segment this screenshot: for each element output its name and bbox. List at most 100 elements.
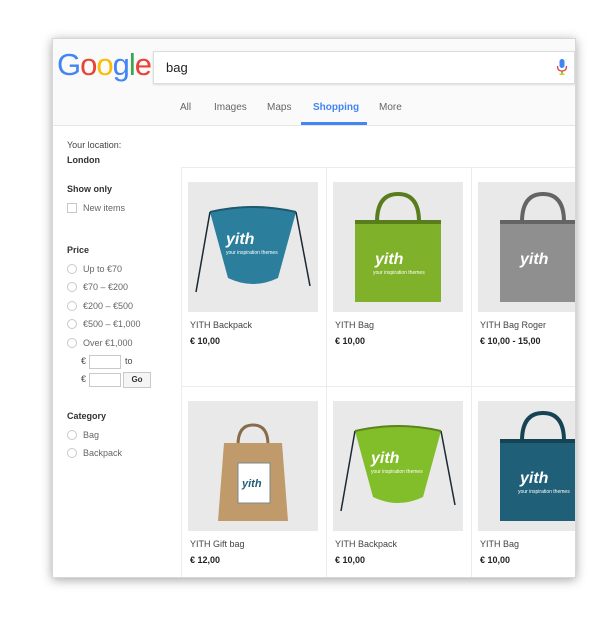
price-option-label: €200 – €500 [83,301,134,311]
drawstring [440,430,456,506]
price-option[interactable]: €70 – €200 [67,282,128,292]
price-option-label: €70 – €200 [83,282,129,292]
price-option[interactable]: €200 – €500 [67,301,133,311]
microphone-icon[interactable] [556,58,568,76]
filter-label: New items [83,203,126,213]
product-illustration: yith your inspiration themes [355,191,441,302]
google-logo[interactable]: Google [57,47,152,82]
brand-mark: yith [370,450,400,467]
product-name[interactable]: YITH Backpack [190,320,252,330]
bag-hem [500,220,575,224]
product-image[interactable]: yith [188,401,318,531]
category-option-label: Bag [83,430,100,440]
price-option[interactable]: €500 – €1,000 [67,319,141,329]
max-price-input[interactable] [89,373,121,387]
product-name[interactable]: YITH Bag [335,320,374,330]
brand-tagline: your inspiration themes [518,489,570,495]
go-button[interactable]: Go [123,372,151,388]
location-label: Your location: [67,140,122,150]
product-image[interactable]: yith your inspiration themes [333,401,463,531]
product-image[interactable]: yith your inspiration themes [478,401,575,531]
search-input[interactable]: bag [166,60,188,75]
tab-shopping[interactable]: Shopping [313,102,359,113]
radio-icon[interactable] [67,264,77,274]
product-name[interactable]: YITH Backpack [335,539,397,549]
logo-letter: o [80,47,97,82]
price-option-label: Up to €70 [83,264,123,274]
price-option-label: Over €1,000 [83,338,133,348]
product-illustration: yith [500,191,575,302]
logo-letter: g [112,47,130,82]
category-option[interactable]: Backpack [67,448,122,458]
browser-window: Google bag All Images Maps Shopping More… [52,38,576,578]
radio-icon[interactable] [67,448,77,458]
product-price: € 10,00 [480,555,511,565]
brand-mark: yith [519,470,549,487]
radio-icon[interactable] [67,430,77,440]
show-only-heading: Show only [67,184,112,194]
filter-new-items[interactable]: New items [67,203,125,213]
price-option[interactable]: Over €1,000 [67,338,133,348]
brand-tagline: your inspiration themes [373,270,425,276]
tab-all[interactable]: All [180,102,191,113]
product-card[interactable]: yith YITH Bag Roger € 10,00 - 15,00 [472,168,575,387]
category-option-label: Backpack [83,448,123,458]
product-image[interactable]: yith [478,182,575,312]
drawstring [295,211,311,287]
tab-images[interactable]: Images [214,102,247,113]
radio-icon[interactable] [67,319,77,329]
tab-maps[interactable]: Maps [267,102,291,113]
product-price: € 12,00 [190,555,221,565]
brand-tagline: your inspiration themes [371,469,423,475]
active-tab-indicator [301,122,367,125]
product-name[interactable]: YITH Bag Roger [480,320,546,330]
product-price: € 10,00 [190,336,221,346]
bag-handle [520,191,566,223]
search-tabs: All Images Maps Shopping More [53,95,575,125]
bag-handle [520,410,566,442]
product-price: € 10,00 - 15,00 [480,336,541,346]
product-image[interactable]: yith your inspiration themes [333,182,463,312]
tab-more[interactable]: More [379,102,402,113]
logo-letter: o [96,47,113,82]
product-card[interactable]: yith your inspiration themes YITH Backpac… [327,387,472,577]
bag-handle [375,191,421,223]
bag-hem [355,220,441,224]
product-grid: yith your inspiration themes YITH Backpac… [181,167,575,577]
drawstring [195,211,211,293]
radio-icon[interactable] [67,301,77,311]
product-name[interactable]: YITH Gift bag [190,539,245,549]
category-heading: Category [67,411,107,421]
header: Google bag All Images Maps Shopping More [53,39,575,126]
brand-mark: yith [374,251,404,268]
product-name[interactable]: YITH Bag [480,539,519,549]
bag-handle [236,423,270,446]
brand-tagline: your inspiration themes [226,250,278,256]
product-card[interactable]: yith YITH Gift bag € 12,00 [182,387,327,577]
brand-mark: yith [241,478,262,490]
drawstring [340,430,356,512]
radio-icon[interactable] [67,282,77,292]
price-option-label: €500 – €1,000 [83,319,141,329]
product-card[interactable]: yith your inspiration themes YITH Backpac… [182,168,327,387]
category-option[interactable]: Bag [67,430,99,440]
price-option[interactable]: Up to €70 [67,264,122,274]
product-card[interactable]: yith your inspiration themes YITH Bag € 1… [472,387,575,577]
price-heading: Price [67,245,90,255]
search-box[interactable]: bag [153,51,575,84]
product-illustration: yith your inspiration themes [500,410,575,521]
radio-icon[interactable] [67,338,77,348]
brand-mark: yith [519,251,549,268]
brand-mark: yith [225,231,255,248]
product-illustration: yith your inspiration themes [340,425,456,512]
checkbox-icon[interactable] [67,203,77,213]
product-image[interactable]: yith your inspiration themes [188,182,318,312]
product-illustration: yith [218,423,288,521]
currency-symbol: € [81,356,87,366]
logo-letter: G [57,47,81,82]
location-value[interactable]: London [67,155,100,165]
product-card[interactable]: yith your inspiration themes YITH Bag € 1… [327,168,472,387]
product-price: € 10,00 [335,336,366,346]
bag-hem [500,439,575,443]
min-price-input[interactable] [89,355,121,369]
